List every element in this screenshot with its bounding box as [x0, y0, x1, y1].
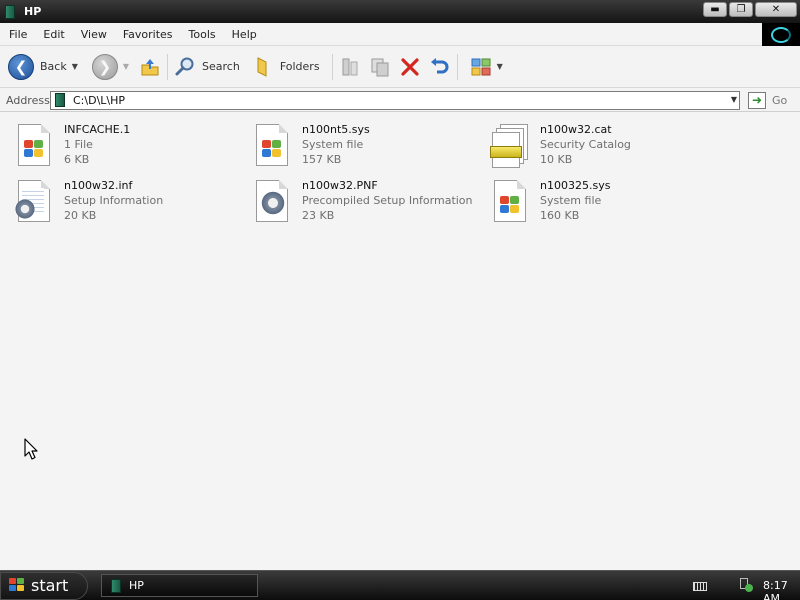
file-size: 160 KB: [540, 209, 580, 222]
copy-to-icon: [369, 56, 391, 78]
folders-button[interactable]: Folders: [252, 50, 320, 84]
file-size: 20 KB: [64, 209, 97, 222]
copy-to-button[interactable]: [369, 50, 391, 84]
file-name: n100w32.cat: [540, 123, 612, 136]
file-type: Security Catalog: [540, 138, 631, 151]
setup-information-icon: [14, 180, 54, 226]
file-item[interactable]: n100nt5.sys System file 157 KB: [242, 120, 478, 174]
menu-file[interactable]: File: [0, 28, 35, 41]
menu-help[interactable]: Help: [224, 28, 265, 41]
forward-dropdown-icon[interactable]: ▼: [123, 62, 129, 71]
windows-logo-icon: [9, 578, 25, 593]
windows-file-icon: [490, 180, 530, 226]
file-name: n100nt5.sys: [302, 123, 370, 136]
file-item[interactable]: n100w32.cat Security Catalog 10 KB: [480, 120, 716, 174]
menu-bar: File Edit View Favorites Tools Help: [0, 23, 800, 46]
up-folder-icon: [139, 56, 161, 78]
network-icon[interactable]: [740, 578, 754, 592]
activity-throbber-icon: [762, 23, 800, 46]
file-name: n100325.sys: [540, 179, 611, 192]
move-to-icon: [339, 56, 361, 78]
file-item[interactable]: n100325.sys System file 160 KB: [480, 176, 716, 230]
start-button[interactable]: start: [0, 571, 88, 600]
precompiled-setup-icon: [252, 180, 292, 226]
start-label: start: [31, 576, 69, 595]
mouse-cursor-icon: [24, 438, 38, 460]
windows-file-icon: [14, 124, 54, 170]
undo-icon: [429, 56, 451, 78]
file-item[interactable]: n100w32.PNF Precompiled Setup Informatio…: [242, 176, 478, 230]
file-item[interactable]: n100w32.inf Setup Information 20 KB: [4, 176, 240, 230]
address-dropdown-icon[interactable]: ▼: [731, 95, 737, 104]
views-dropdown-icon[interactable]: ▼: [497, 62, 503, 71]
file-type: Precompiled Setup Information: [302, 194, 473, 207]
address-input[interactable]: C:\D\L\HP ▼: [50, 90, 740, 110]
folders-label: Folders: [279, 60, 320, 73]
menu-favorites[interactable]: Favorites: [115, 28, 181, 41]
file-name: n100w32.inf: [64, 179, 133, 192]
maximize-button[interactable]: ❐: [729, 2, 753, 17]
move-to-button[interactable]: [339, 50, 361, 84]
toolbar-separator: [167, 53, 169, 80]
menu-tools[interactable]: Tools: [181, 28, 224, 41]
toolbar-separator: [456, 53, 458, 80]
file-size: 6 KB: [64, 153, 90, 166]
search-button[interactable]: Search: [174, 50, 240, 84]
file-item[interactable]: INFCACHE.1 1 File 6 KB: [4, 120, 240, 174]
keyboard-icon[interactable]: [693, 582, 707, 591]
address-label: Address: [6, 93, 50, 107]
window-title: HP: [24, 5, 42, 18]
folder-app-icon: [111, 578, 121, 593]
search-icon: [174, 56, 196, 78]
menu-view[interactable]: View: [73, 28, 115, 41]
back-arrow-icon: ❮: [8, 53, 34, 80]
go-button[interactable]: ➜ Go: [748, 91, 788, 109]
clock[interactable]: 8:17 AM: [763, 579, 800, 600]
file-list-pane[interactable]: INFCACHE.1 1 File 6 KB n100nt5.sys Syste…: [0, 112, 800, 570]
taskbar-item-hp[interactable]: HP: [101, 574, 258, 597]
delete-x-icon: [399, 56, 421, 78]
go-label: Go: [772, 93, 788, 107]
taskbar-item-label: HP: [129, 579, 144, 592]
go-arrow-icon: ➜: [748, 91, 766, 109]
forward-button[interactable]: ❯ ▼: [91, 50, 129, 84]
close-button[interactable]: ✕: [755, 2, 797, 17]
folder-icon: [55, 93, 65, 107]
toolbar-separator: [331, 53, 333, 80]
minimize-button[interactable]: ▬: [703, 2, 727, 17]
back-button[interactable]: ❮ Back ▼: [0, 50, 78, 84]
file-type: System file: [302, 138, 364, 151]
file-size: 157 KB: [302, 153, 342, 166]
views-button[interactable]: ▼: [470, 50, 503, 84]
file-type: 1 File: [64, 138, 93, 151]
file-type: System file: [540, 194, 602, 207]
up-folder-button[interactable]: [139, 50, 161, 84]
delete-button[interactable]: [399, 50, 421, 84]
folder-app-icon: [5, 4, 15, 19]
forward-arrow-icon: ❯: [91, 53, 118, 80]
file-name: n100w32.PNF: [302, 179, 378, 192]
search-label: Search: [202, 60, 240, 73]
back-label: Back: [40, 60, 67, 73]
window-controls: ▬ ❐ ✕: [703, 2, 797, 17]
taskbar: start HP 8:17 AM: [0, 570, 800, 600]
back-dropdown-icon[interactable]: ▼: [72, 62, 78, 71]
security-catalog-icon: [490, 124, 530, 170]
toolbar: ❮ Back ▼ ❯ ▼ Search Folders ▼: [0, 46, 800, 88]
address-bar: Address C:\D\L\HP ▼ ➜ Go: [0, 89, 800, 112]
file-type: Setup Information: [64, 194, 164, 207]
file-size: 23 KB: [302, 209, 335, 222]
title-bar: HP ▬ ❐ ✕: [0, 0, 800, 23]
system-tray: 8:17 AM: [660, 571, 800, 600]
file-size: 10 KB: [540, 153, 573, 166]
undo-button[interactable]: [429, 50, 451, 84]
views-icon: [470, 56, 492, 78]
folders-icon: [252, 56, 274, 78]
windows-file-icon: [252, 124, 292, 170]
address-path: C:\D\L\HP: [73, 93, 126, 107]
file-name: INFCACHE.1: [64, 123, 131, 136]
menu-edit[interactable]: Edit: [35, 28, 72, 41]
